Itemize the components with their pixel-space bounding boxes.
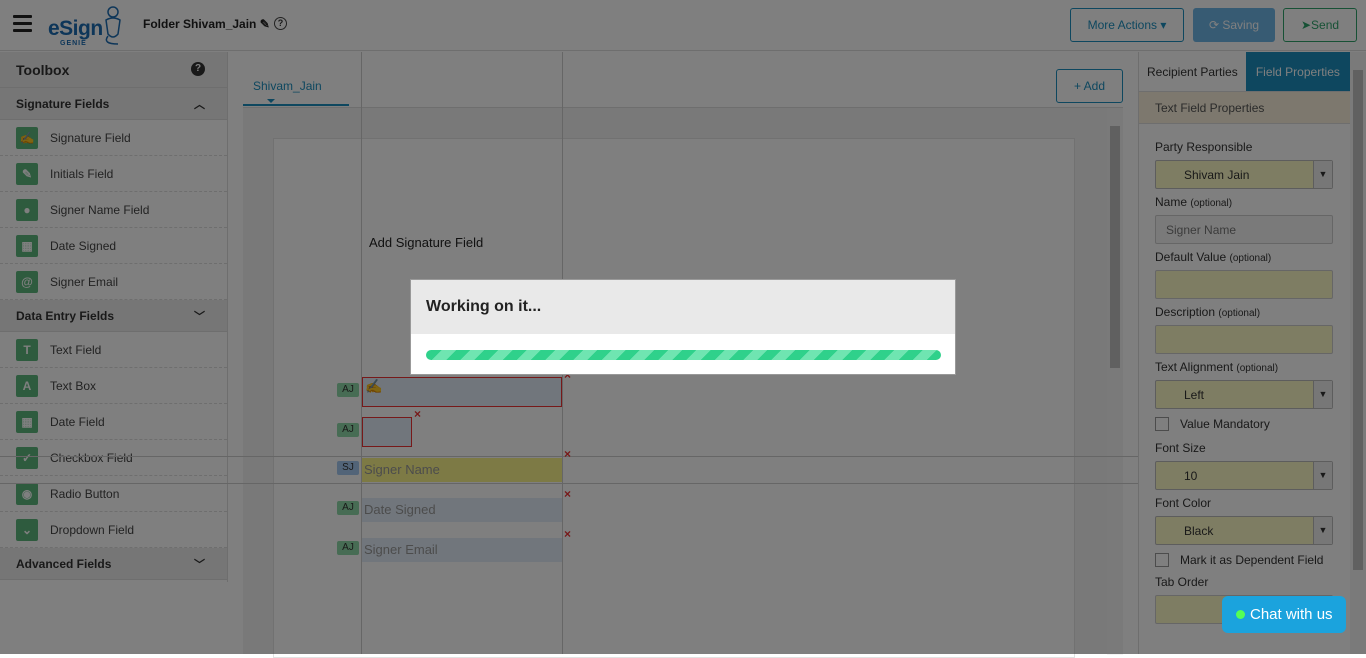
online-indicator-icon xyxy=(1236,610,1245,619)
modal-title: Working on it... xyxy=(411,280,955,334)
progress-bar xyxy=(426,350,941,360)
working-modal: Working on it... xyxy=(410,279,956,375)
chat-button[interactable]: Chat with us xyxy=(1222,596,1346,633)
